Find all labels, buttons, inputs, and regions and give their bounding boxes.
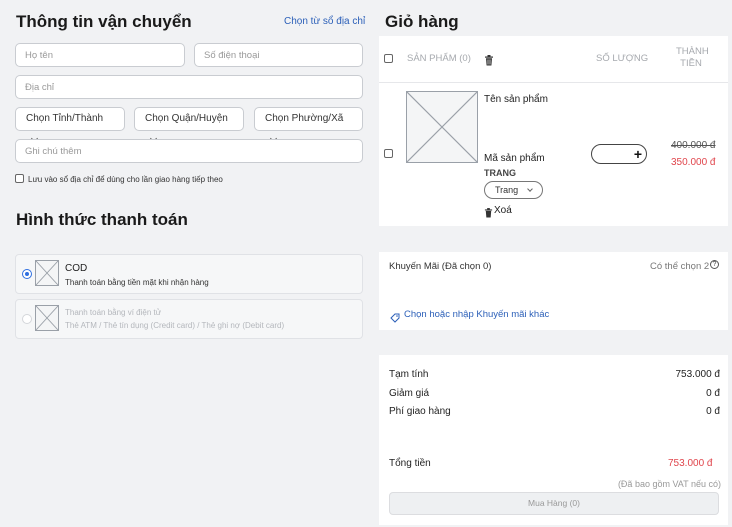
- product-name[interactable]: Tên sản phẩm: [484, 94, 548, 105]
- payment-cod-name: COD: [65, 263, 88, 274]
- save-address-label: Lưu vào sổ địa chỉ để dùng cho lần giao …: [28, 175, 223, 184]
- total-label: Tổng tiền: [389, 458, 431, 469]
- province-select-label: Chọn Tỉnh/Thành: [26, 113, 104, 124]
- payment-option-cod[interactable]: COD Thanh toán bằng tiền mặt khi nhận hà…: [15, 254, 363, 294]
- payment-ewallet-name: Thanh toán bằng ví điện tử: [65, 308, 162, 317]
- payment-cod-desc: Thanh toán bằng tiền mặt khi nhận hàng: [65, 278, 209, 287]
- shipping-fee-value: 0 đ: [706, 406, 720, 417]
- select-all-checkbox[interactable]: [384, 54, 393, 63]
- chevron-down-icon: [527, 186, 534, 192]
- payment-title: Hình thức thanh toán: [16, 210, 188, 229]
- current-price: 350.000 đ: [671, 157, 716, 168]
- payment-ewallet-desc: Thẻ ATM / Thẻ tín dụng (Credit card) / T…: [65, 321, 285, 330]
- product-image-placeholder-icon: [406, 91, 478, 163]
- subtotal-label: Tạm tính: [389, 369, 429, 380]
- cart-panel: SẢN PHẨM (0) SỐ LƯỢNG THÀNH TIỀN Tên sản…: [379, 36, 728, 226]
- col-product: SẢN PHẨM (0): [407, 53, 471, 64]
- item-checkbox[interactable]: [384, 149, 393, 158]
- variant-label: TRANG: [484, 168, 516, 178]
- product-code: Mã sản phẩm: [484, 153, 545, 164]
- vat-note: (Đã bao gồm VAT nếu có): [617, 479, 721, 489]
- discount-label: Giảm giá: [389, 388, 430, 399]
- cod-image-placeholder-icon: [35, 260, 59, 286]
- district-select-label: Chọn Quận/Huyện: [145, 113, 228, 124]
- col-total-1: THÀNH: [676, 46, 709, 57]
- header-divider: [379, 82, 728, 83]
- variant-select-value: Trang: [495, 185, 519, 195]
- remove-item-link[interactable]: Xoá: [494, 205, 512, 216]
- trash-icon[interactable]: [484, 53, 494, 66]
- payment-option-ewallet[interactable]: Thanh toán bằng ví điện tử Thẻ ATM / Thẻ…: [15, 299, 363, 339]
- tag-icon: [390, 310, 400, 323]
- promo-hint: Có thể chọn 2: [650, 261, 710, 272]
- remove-trash-icon[interactable]: [484, 205, 493, 218]
- subtotal-value: 753.000 đ: [675, 369, 721, 380]
- variant-select[interactable]: Trang: [484, 181, 543, 199]
- ward-select-label: Chọn Phường/Xã: [265, 113, 344, 124]
- shipping-fee-label: Phí giao hàng: [389, 406, 451, 417]
- radio-cod[interactable]: [22, 269, 32, 279]
- qty-plus-button[interactable]: +: [634, 146, 642, 162]
- col-total-2: TIỀN: [680, 58, 702, 69]
- total-value: 753.000 đ: [668, 458, 713, 469]
- old-price: 400.000 đ: [671, 140, 716, 151]
- promo-select-link[interactable]: Chọn hoặc nhập Khuyến mãi khác: [404, 309, 549, 320]
- promo-panel: Khuyến Mãi (Đã chọn 0) Có thể chọn 2 ? C…: [379, 252, 728, 330]
- radio-ewallet[interactable]: [22, 314, 32, 324]
- name-field[interactable]: [15, 43, 185, 67]
- shipping-title: Thông tin vận chuyển: [16, 12, 192, 31]
- summary-panel: Tạm tính 753.000 đ Giảm giá 0 đ Phí giao…: [379, 355, 728, 525]
- province-select[interactable]: Chọn Tỉnh/Thành: [15, 107, 125, 143]
- note-field[interactable]: [15, 139, 363, 163]
- ewallet-image-placeholder-icon: [35, 305, 59, 331]
- quantity-stepper[interactable]: +: [591, 144, 647, 164]
- col-qty: SỐ LƯỢNG: [596, 53, 649, 64]
- help-icon[interactable]: ?: [710, 260, 719, 269]
- cart-title: Giỏ hàng: [385, 12, 459, 31]
- phone-field[interactable]: [194, 43, 363, 67]
- buy-button[interactable]: Mua Hàng (0): [389, 492, 719, 515]
- ward-select[interactable]: Chọn Phường/Xã: [254, 107, 363, 143]
- save-address-checkbox[interactable]: [15, 174, 24, 183]
- address-field[interactable]: [15, 75, 363, 99]
- discount-value: 0 đ: [706, 388, 720, 399]
- address-book-link[interactable]: Chọn từ sổ địa chỉ: [284, 16, 365, 27]
- district-select[interactable]: Chọn Quận/Huyện: [134, 107, 244, 143]
- promo-title: Khuyến Mãi (Đã chọn 0): [389, 261, 492, 272]
